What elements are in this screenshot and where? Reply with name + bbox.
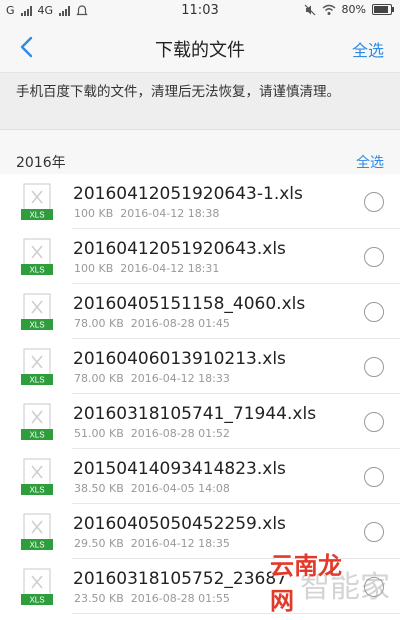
file-date: 2016-04-12 18:35 <box>130 537 230 550</box>
section-year-label: 2016年 <box>16 155 66 171</box>
file-row[interactable]: XLS 20160405151158_4060.xls 78.00 KB 2016-… <box>0 284 400 339</box>
xls-file-icon: XLS <box>21 348 53 385</box>
select-radio[interactable] <box>364 302 384 322</box>
status-right: 80% <box>304 3 394 16</box>
watermark-text-red: 云南龙网 <box>270 552 342 615</box>
file-name: 20160405050452259.xls <box>73 514 286 534</box>
file-name: 20160405151158_4060.xls <box>73 294 306 314</box>
top-bar: 下载的文件 全选 <box>0 22 400 73</box>
notice-text: 手机百度下载的文件，清理后无法恢复，请谨慎清理。 <box>16 84 340 100</box>
status-bar: G 4G 11:03 80% <box>0 0 400 22</box>
xls-badge-label: XLS <box>29 486 44 495</box>
file-size: 78.00 KB <box>74 317 124 330</box>
battery-percent: 80% <box>341 3 366 16</box>
wifi-icon <box>322 4 335 15</box>
section-select-all-button[interactable]: 全选 <box>356 152 384 172</box>
xls-file-icon: XLS <box>21 513 53 550</box>
select-radio[interactable] <box>364 412 384 432</box>
file-meta: 78.00 KB 2016-04-12 18:33 <box>74 372 230 385</box>
xls-file-icon: XLS <box>21 568 53 605</box>
file-name: 20160412051920643.xls <box>73 239 286 259</box>
xls-badge-label: XLS <box>29 211 44 220</box>
file-meta: 100 KB 2016-04-12 18:38 <box>74 207 219 220</box>
file-name: 20160318105741_71944.xls <box>73 404 317 424</box>
xls-badge-label: XLS <box>29 541 44 550</box>
file-meta: 38.50 KB 2016-04-05 14:08 <box>74 482 230 495</box>
file-size: 38.50 KB <box>74 482 124 495</box>
xls-file-icon: XLS <box>21 458 53 495</box>
file-meta: 78.00 KB 2016-08-28 01:45 <box>74 317 230 330</box>
file-date: 2016-08-28 01:45 <box>130 317 230 330</box>
file-size: 100 KB <box>74 262 114 275</box>
file-size: 29.50 KB <box>74 537 124 550</box>
file-meta: 23.50 KB 2016-08-28 01:55 <box>74 592 230 605</box>
warning-notice: 手机百度下载的文件，清理后无法恢复，请谨慎清理。 <box>0 73 400 130</box>
file-date: 2016-08-28 01:52 <box>130 427 230 440</box>
xls-badge-label: XLS <box>29 431 44 440</box>
xls-file-icon: XLS <box>21 238 53 275</box>
file-row[interactable]: XLS 20150414093414823.xls 38.50 KB 2016-04… <box>0 449 400 504</box>
file-size: 23.50 KB <box>74 592 124 605</box>
xls-badge-label: XLS <box>29 321 44 330</box>
file-row[interactable]: XLS 20160412051920643-1.xls 100 KB 2016-04… <box>0 174 400 229</box>
file-size: 100 KB <box>74 207 114 220</box>
xls-file-icon: XLS <box>21 183 53 220</box>
file-date: 2016-04-05 14:08 <box>130 482 230 495</box>
select-radio[interactable] <box>364 467 384 487</box>
watermark: 智能家 云南龙网 <box>270 552 390 616</box>
file-name: 20160406013910213.xls <box>73 349 286 369</box>
mute-icon <box>304 4 315 15</box>
battery-icon <box>372 4 394 15</box>
select-radio[interactable] <box>364 357 384 377</box>
file-date: 2016-04-12 18:38 <box>120 207 220 220</box>
xls-file-icon: XLS <box>21 293 53 330</box>
select-radio[interactable] <box>364 247 384 267</box>
select-radio[interactable] <box>364 522 384 542</box>
file-name: 20150414093414823.xls <box>73 459 286 479</box>
file-meta: 100 KB 2016-04-12 18:31 <box>74 262 219 275</box>
select-radio[interactable] <box>364 192 384 212</box>
file-name: 20160318105752_23687 <box>73 569 288 589</box>
file-name: 20160412051920643-1.xls <box>73 184 303 204</box>
section-header-2016: 2016年 全选 <box>0 130 400 174</box>
file-row[interactable]: XLS 20160412051920643.xls 100 KB 2016-04-1… <box>0 229 400 284</box>
file-meta: 29.50 KB 2016-04-12 18:35 <box>74 537 230 550</box>
file-meta: 51.00 KB 2016-08-28 01:52 <box>74 427 230 440</box>
file-date: 2016-08-28 01:55 <box>130 592 230 605</box>
file-date: 2016-04-12 18:31 <box>120 262 220 275</box>
file-row[interactable]: XLS 20160318105741_71944.xls 51.00 KB 2016… <box>0 394 400 449</box>
xls-badge-label: XLS <box>29 376 44 385</box>
file-row[interactable]: XLS 20160406013910213.xls 78.00 KB 2016-04… <box>0 339 400 394</box>
xls-badge-label: XLS <box>29 596 44 605</box>
xls-badge-label: XLS <box>29 266 44 275</box>
file-size: 51.00 KB <box>74 427 124 440</box>
xls-file-icon: XLS <box>21 403 53 440</box>
file-size: 78.00 KB <box>74 372 124 385</box>
page-title: 下载的文件 <box>155 40 245 61</box>
select-all-button[interactable]: 全选 <box>352 37 384 61</box>
file-date: 2016-04-12 18:33 <box>130 372 230 385</box>
